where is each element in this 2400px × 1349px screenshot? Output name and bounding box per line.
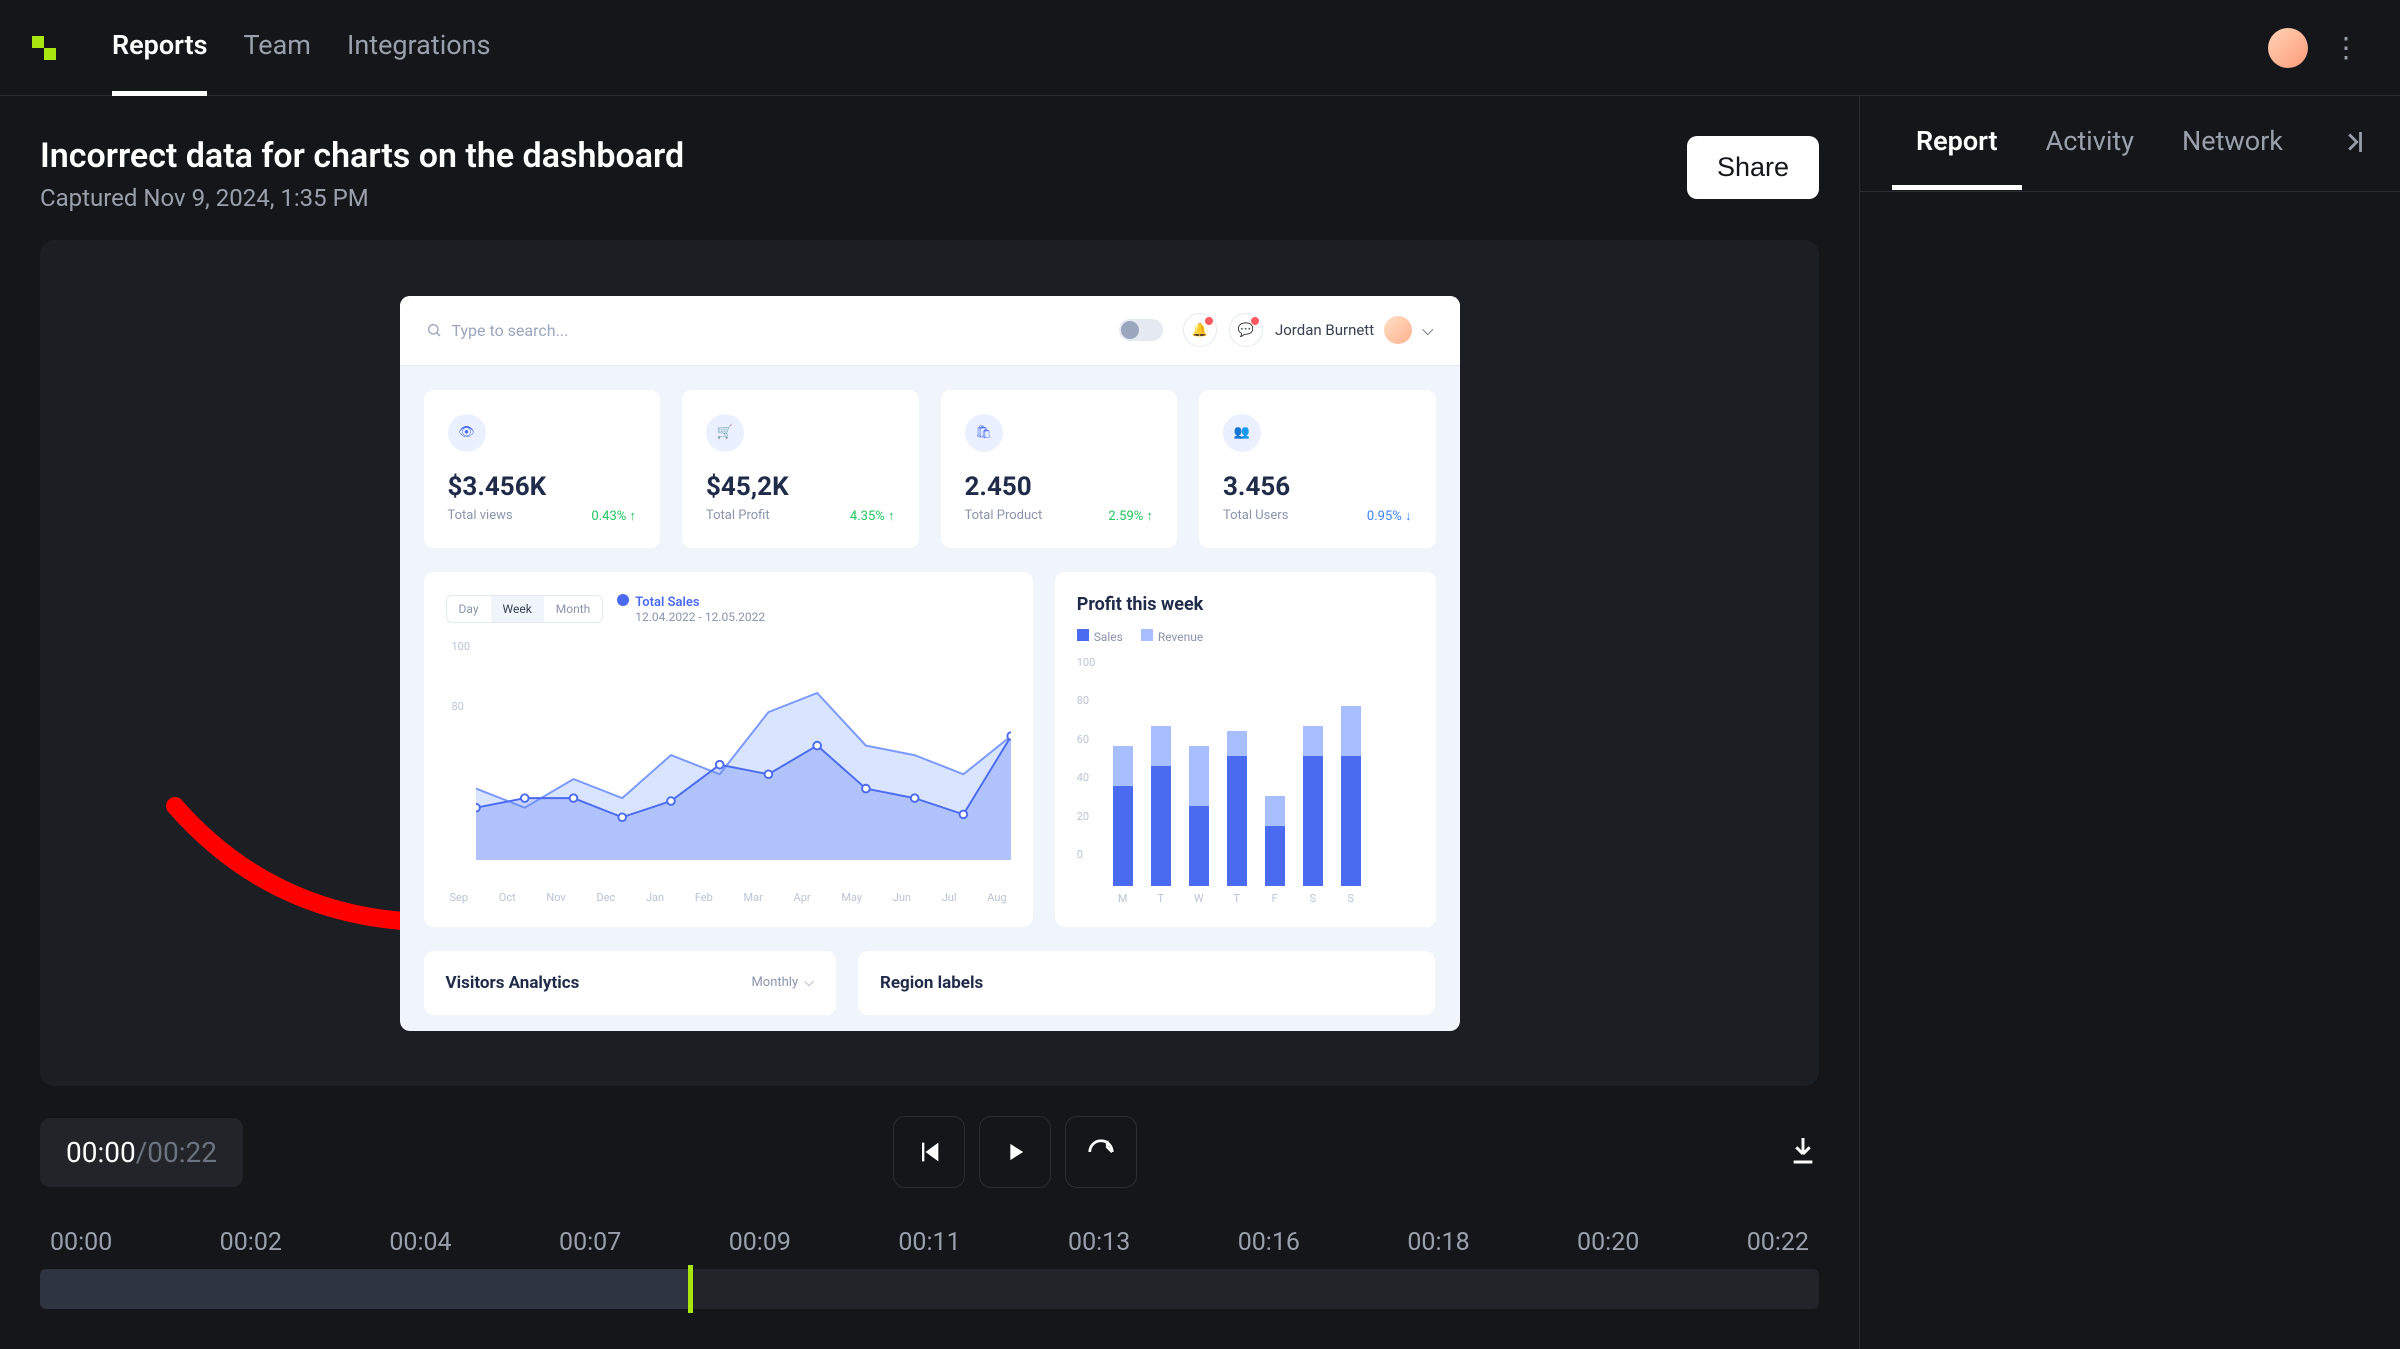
share-button[interactable]: Share <box>1687 136 1819 199</box>
panel-tab-activity[interactable]: Activity <box>2022 97 2158 190</box>
play-button[interactable] <box>979 1116 1051 1188</box>
profit-bar-chart-card: Profit this week Sales Revenue 10080 604… <box>1055 572 1436 927</box>
top-navbar: Reports Team Integrations ⋮ <box>0 0 2400 96</box>
collapse-panel-button[interactable] <box>2338 127 2368 161</box>
stat-value: $45,2K <box>706 472 895 502</box>
dashboard-user: Jordan Burnett ⌵ <box>1275 316 1434 344</box>
nav-tabs: Reports Team Integrations <box>112 0 2268 96</box>
report-pane: Incorrect data for charts on the dashboa… <box>0 96 1860 1349</box>
skip-back-button[interactable] <box>893 1116 965 1188</box>
app-logo <box>32 36 56 60</box>
timeline-track[interactable] <box>40 1269 1819 1309</box>
stat-value: $3.456K <box>448 472 637 502</box>
eye-icon: 👁 <box>448 414 486 452</box>
stat-card-profit: 🛒 $45,2K Total Profit4.35% ↑ <box>682 390 919 548</box>
play-icon <box>1001 1138 1029 1166</box>
user-avatar[interactable] <box>2268 28 2308 68</box>
users-icon: 👥 <box>1223 414 1261 452</box>
visitors-analytics-card: Visitors Analytics Monthly ⌵ <box>424 951 836 1015</box>
more-menu-icon[interactable]: ⋮ <box>2324 23 2368 72</box>
timeline-ticks: 00:0000:0200:04 00:0700:0900:11 00:1300:… <box>40 1228 1819 1257</box>
download-button[interactable] <box>1787 1134 1819 1170</box>
restart-icon <box>1086 1137 1116 1167</box>
search-icon <box>426 322 442 338</box>
nav-tab-team[interactable]: Team <box>243 0 311 96</box>
download-icon <box>1787 1134 1819 1166</box>
chevron-down-icon: ⌵ <box>804 975 814 990</box>
skip-back-icon <box>915 1138 943 1166</box>
nav-tab-integrations[interactable]: Integrations <box>347 0 491 96</box>
bag-icon: 🛍 <box>965 414 1003 452</box>
chevron-down-icon: ⌵ <box>1422 321 1433 339</box>
stat-card-product: 🛍 2.450 Total Product2.59% ↑ <box>941 390 1178 548</box>
timeline-playhead[interactable] <box>688 1265 693 1313</box>
report-title: Incorrect data for charts on the dashboa… <box>40 136 684 176</box>
chart-range-selector: Day Week Month <box>446 595 604 623</box>
dashboard-search: Type to search... <box>426 321 1119 340</box>
stat-card-users: 👥 3.456 Total Users0.95% ↓ <box>1199 390 1436 548</box>
stat-value: 3.456 <box>1223 472 1412 502</box>
restart-button[interactable] <box>1065 1116 1137 1188</box>
recording-viewer[interactable]: Type to search... 🔔 💬 Jordan Burnett ⌵ 👁… <box>40 240 1819 1086</box>
timeline-progress <box>40 1269 688 1309</box>
region-labels-card: Region labels <box>858 951 1436 1015</box>
chat-icon: 💬 <box>1229 313 1263 347</box>
playback-time: 00:00/00:22 <box>40 1118 243 1187</box>
bell-icon: 🔔 <box>1183 313 1217 347</box>
dashboard-user-avatar <box>1384 316 1412 344</box>
stat-card-views: 👁 $3.456K Total views0.43% ↑ <box>424 390 661 548</box>
collapse-icon <box>2338 127 2368 157</box>
cart-icon: 🛒 <box>706 414 744 452</box>
theme-toggle <box>1119 319 1163 341</box>
panel-tab-network[interactable]: Network <box>2158 97 2307 190</box>
details-panel: Report Activity Network <box>1860 96 2400 1349</box>
panel-tab-report[interactable]: Report <box>1892 97 2022 190</box>
profit-bar-chart: 10080 6040 200 <box>1077 656 1414 886</box>
embedded-dashboard-screenshot: Type to search... 🔔 💬 Jordan Burnett ⌵ 👁… <box>400 296 1460 1031</box>
sales-chart-card: Day Week Month Total Sales 12.04.2022 - … <box>424 572 1033 927</box>
sales-line-chart <box>476 650 1011 860</box>
nav-tab-reports[interactable]: Reports <box>112 0 207 96</box>
captured-timestamp: Captured Nov 9, 2024, 1:35 PM <box>40 184 684 212</box>
stat-value: 2.450 <box>965 472 1154 502</box>
sales-chart-x-labels: SepOct NovDec JanFeb MarApr MayJun JulAu… <box>446 891 1011 904</box>
